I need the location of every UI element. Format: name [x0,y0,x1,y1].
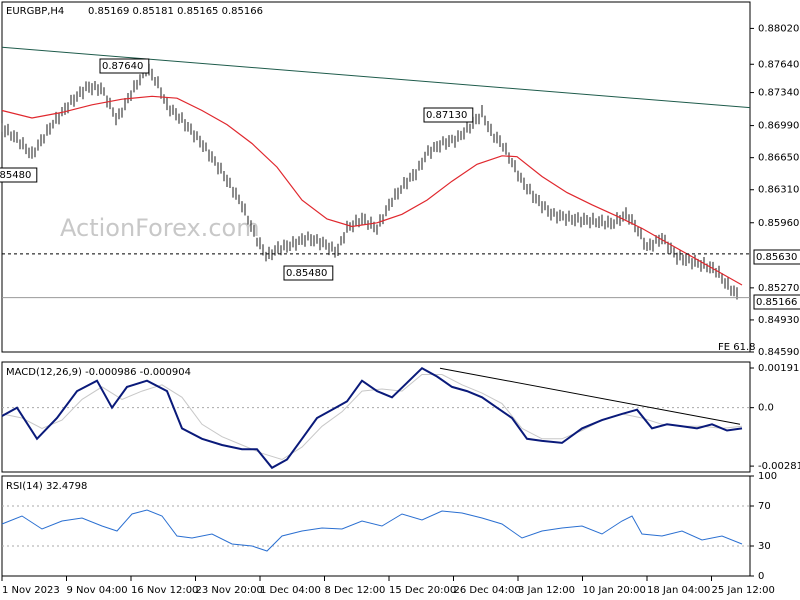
macd-title: MACD(12,26,9) -0.000986 -0.000904 [6,367,191,378]
price-tick-label: 0.84930 [758,315,799,326]
candles [1,63,738,300]
high-label-87640: 0.87640 [102,61,143,72]
macd-tick-label: 0.0 [758,403,774,414]
rsi-tick-label: 70 [758,501,771,512]
macd-tick-label: 0.001911 [758,363,800,374]
price-tick-label: 0.85270 [758,283,799,294]
rsi-tick-label: 100 [758,471,777,482]
price-tick-label: 0.88020 [758,23,799,34]
x-tick-label: 16 Nov 12:00 [131,585,198,596]
price-label-85166: 0.85166 [756,297,797,308]
chart-ohlc: 0.85169 0.85181 0.85165 0.85166 [88,6,263,17]
chart-root: EURGBP,H4 0.85169 0.85181 0.85165 0.8516… [0,1,800,596]
price-tick-label: 0.87640 [758,59,799,70]
x-tick-label: 1 Nov 2023 [2,585,60,596]
price-tick-label: 0.86650 [758,153,799,164]
high-label-87130: 0.87130 [426,110,467,121]
x-tick-label: 10 Jan 20:00 [583,585,646,596]
rsi-tick-label: 0 [758,571,764,582]
ema-line [1,95,743,286]
fe-label: FE 61.8 [718,342,756,353]
x-tick-label: 26 Dec 04:00 [454,585,521,596]
x-tick-label: 8 Dec 12:00 [325,585,386,596]
low-label-left-85480: 0.85480 [0,170,31,181]
rsi-layer: 100 70 30 0 [1,471,777,582]
price-tick-label: 0.84590 [758,347,799,358]
macd-layer: 0.0019110.0-0.002816 [1,363,800,472]
price-layer: 0.88020 0.87640 0.87340 0.86990 0.86650 0.863… [0,23,800,358]
watermark: ActionForex.com [60,214,260,242]
rsi-line [1,509,743,552]
rsi-title: RSI(14) 32.4798 [6,481,87,492]
x-tick-label: 15 Dec 20:00 [389,585,456,596]
x-tick-label: 25 Jan 12:00 [712,585,775,596]
level-label-85630: 0.85630 [756,252,797,263]
macd-trendline [439,367,741,425]
price-tick-label: 0.87340 [758,88,799,99]
resistance-trendline [1,46,751,109]
x-tick-label: 9 Nov 04:00 [67,585,128,596]
price-panel [1,1,751,353]
price-tick-label: 0.86990 [758,121,799,132]
x-tick-label: 3 Jan 12:00 [518,585,575,596]
rsi-tick-label: 30 [758,541,771,552]
x-tick-label: 1 Dec 04:00 [260,585,321,596]
x-axis: 1 Nov 2023 9 Nov 04:00 16 Nov 12:0023 Nov … [1,576,775,596]
price-tick-label: 0.86310 [758,185,799,196]
chart-symbol: EURGBP,H4 [6,6,64,17]
macd-main-line [1,366,743,470]
low-label-85480: 0.85480 [286,268,327,279]
price-tick-label: 0.85960 [758,218,799,229]
x-tick-label: 23 Nov 20:00 [196,585,263,596]
x-tick-label: 18 Jan 04:00 [647,585,710,596]
